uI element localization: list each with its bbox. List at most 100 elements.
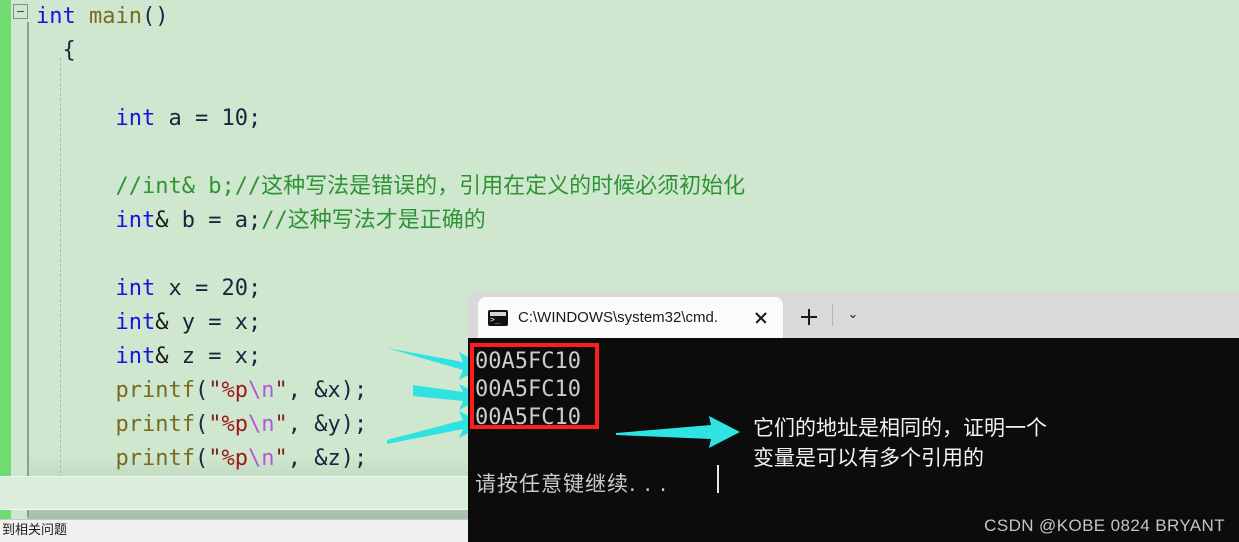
code-token-fn: printf <box>115 412 195 437</box>
code-token-punc: , <box>287 412 315 437</box>
code-token-num: 20 <box>221 276 248 301</box>
code-token-kw: int <box>115 276 156 301</box>
code-token-str: %p <box>221 412 248 437</box>
code-token-comment: //int& b;//这种写法是错误的，引用在定义的时候必须初始化 <box>115 174 746 199</box>
terminal-tab-title: C:\WINDOWS\system32\cmd. <box>518 309 719 326</box>
code-token-punc: ; <box>247 276 262 301</box>
code-token-kw: int <box>115 310 156 335</box>
code-token-kw: int <box>115 106 156 131</box>
code-token-esc: \n <box>247 378 275 403</box>
code-token-plain: &z <box>314 446 341 471</box>
code-line[interactable] <box>0 68 1239 102</box>
code-line[interactable]: int a = 10; <box>0 102 1239 136</box>
screenshot-root: int main() { int a = 10; //int& b;//这种写法… <box>0 0 1239 542</box>
terminal-output-line: 00A5FC10 <box>475 349 581 374</box>
code-token-plain: a <box>155 106 195 131</box>
terminal-title-bar[interactable]: C:\WINDOWS\system32\cmd. ⌄ <box>468 291 1239 338</box>
code-line[interactable] <box>0 238 1239 272</box>
code-token-punc: ; <box>247 310 262 335</box>
code-token-punc: { <box>62 38 76 63</box>
code-token-punc: , <box>287 378 315 403</box>
code-token-plain: &x <box>314 378 341 403</box>
terminal-caret <box>717 465 719 493</box>
code-token-amp: & <box>155 344 169 369</box>
code-token-punc: ; <box>247 106 262 131</box>
annotation-note-text: 它们的地址是相同的，证明一个 变量是可以有多个引用的 <box>753 416 1047 470</box>
code-token-amp: & <box>155 208 169 233</box>
code-token-punc: ); <box>340 412 368 437</box>
code-token-kw: int <box>36 4 76 29</box>
code-line[interactable]: int& b = a;//这种写法才是正确的 <box>0 204 1239 238</box>
terminal-tab[interactable]: C:\WINDOWS\system32\cmd. <box>478 297 783 338</box>
toolbar-divider <box>832 304 833 326</box>
annotation-arrow-to-note <box>616 416 740 448</box>
new-tab-icon[interactable] <box>795 303 823 331</box>
close-icon[interactable] <box>749 306 773 330</box>
code-token-plain: b <box>168 208 209 233</box>
code-token-esc: \n <box>247 446 275 471</box>
code-token-esc: \n <box>247 412 275 437</box>
code-token-str: %p <box>221 378 248 403</box>
code-token-plain: x <box>234 310 248 335</box>
code-token-plain: y <box>168 310 209 335</box>
chevron-down-icon[interactable]: ⌄ <box>840 305 866 327</box>
code-token-kw: int <box>115 344 156 369</box>
code-line[interactable] <box>0 136 1239 170</box>
code-token-punc: ( <box>194 412 209 437</box>
code-token-plain: &y <box>314 412 341 437</box>
code-token-plain: a <box>234 208 248 233</box>
code-token-fn: printf <box>115 378 195 403</box>
code-line[interactable]: { <box>0 34 1239 68</box>
code-token-plain: x <box>155 276 195 301</box>
terminal-window[interactable]: C:\WINDOWS\system32\cmd. ⌄ 00A5FC10 00A5F… <box>468 291 1239 542</box>
code-token-quote: " <box>274 446 288 471</box>
status-bar-text: 到相关问题 <box>2 523 68 538</box>
terminal-output: 00A5FC10 00A5FC10 00A5FC10 <box>475 348 581 432</box>
code-token-num: 10 <box>221 106 248 131</box>
code-line[interactable]: int main() <box>0 0 1239 34</box>
terminal-output-line: 00A5FC10 <box>475 405 581 430</box>
code-token-amp: & <box>155 310 169 335</box>
code-token-punc: () <box>141 4 169 29</box>
code-token-punc: ( <box>194 378 209 403</box>
code-token-punc: = <box>208 310 235 335</box>
code-token-punc: , <box>287 446 315 471</box>
code-token-comment: //这种写法才是正确的 <box>261 208 486 233</box>
console-icon <box>488 309 508 326</box>
code-token-fn: printf <box>115 446 195 471</box>
terminal-body[interactable]: 00A5FC10 00A5FC10 00A5FC10 请按任意键继续. . . 它们… <box>468 338 1239 542</box>
terminal-prompt-line: 请按任意键继续. . . <box>475 472 668 496</box>
code-token-plain: x <box>234 344 248 369</box>
code-token-plain: z <box>168 344 209 369</box>
code-token-punc: ); <box>340 378 368 403</box>
code-token-quote: " <box>274 378 288 403</box>
watermark: CSDN @KOBE 0824 BRYANT <box>984 516 1225 535</box>
code-token-str: %p <box>221 446 248 471</box>
code-token-punc: = <box>194 106 222 131</box>
code-token-fn: main <box>89 4 142 29</box>
code-token-quote: " <box>208 446 222 471</box>
code-token-quote: " <box>274 412 288 437</box>
code-token-kw: int <box>115 208 156 233</box>
code-token-quote: " <box>208 378 222 403</box>
code-token-punc: ; <box>247 208 262 233</box>
code-token-punc: ); <box>340 446 368 471</box>
code-token-punc: = <box>208 208 235 233</box>
code-token-punc: = <box>194 276 222 301</box>
code-token-punc: = <box>208 344 235 369</box>
code-token-punc: ( <box>194 446 209 471</box>
code-token-punc: ; <box>247 344 262 369</box>
code-line[interactable]: //int& b;//这种写法是错误的，引用在定义的时候必须初始化 <box>0 170 1239 204</box>
code-token-quote: " <box>208 412 222 437</box>
